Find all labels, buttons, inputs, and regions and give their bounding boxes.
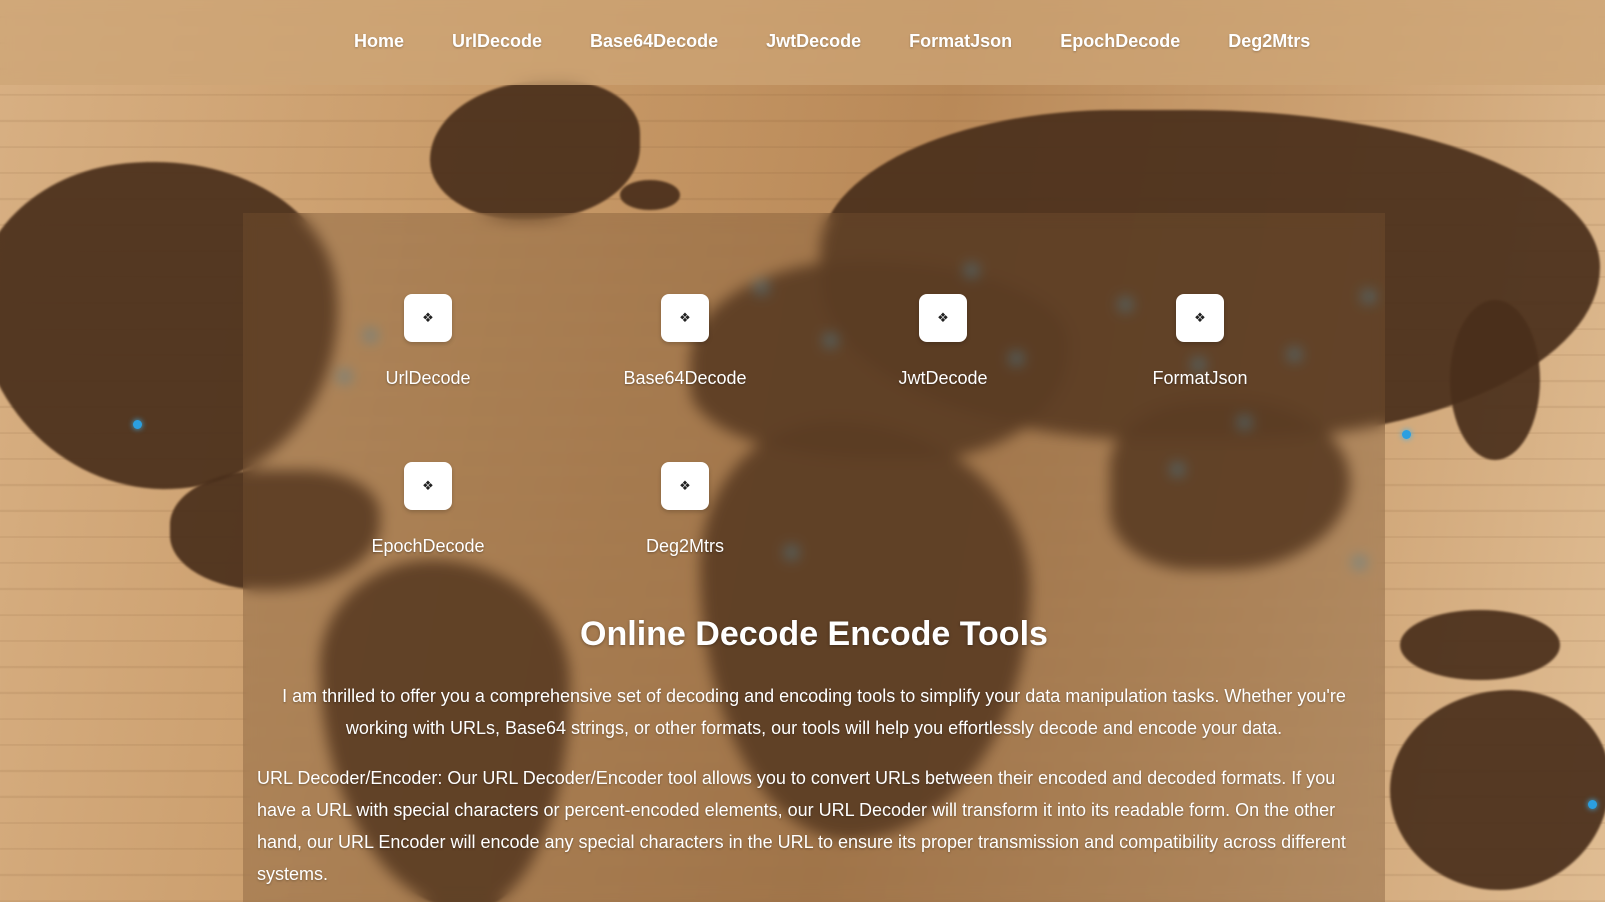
tool-deg2mtrs[interactable]: ❖ Deg2Mtrs: [575, 462, 795, 557]
tools-grid: ❖ UrlDecode ❖ Base64Decode ❖ JwtDecode ❖…: [243, 213, 1385, 573]
tool-base64decode[interactable]: ❖ Base64Decode: [575, 294, 795, 389]
diamond-tile-icon[interactable]: ❖: [919, 294, 967, 342]
tool-label[interactable]: Deg2Mtrs: [575, 536, 795, 557]
tool-label[interactable]: FormatJson: [1090, 368, 1310, 389]
diamond-tile-icon[interactable]: ❖: [404, 462, 452, 510]
tool-label[interactable]: UrlDecode: [318, 368, 538, 389]
map-landmass: [1400, 610, 1560, 680]
diamond-tile-icon[interactable]: ❖: [661, 294, 709, 342]
nav-formatjson[interactable]: FormatJson: [909, 31, 1012, 52]
nav-urldecode[interactable]: UrlDecode: [452, 31, 542, 52]
nav-epochdecode[interactable]: EpochDecode: [1060, 31, 1180, 52]
map-pin: [133, 420, 142, 429]
map-landmass: [430, 80, 640, 220]
nav-home[interactable]: Home: [354, 31, 404, 52]
url-decoder-description: URL Decoder/Encoder: Our URL Decoder/Enc…: [257, 768, 1346, 884]
map-landmass: [1390, 690, 1605, 890]
main-nav: Home UrlDecode Base64Decode JwtDecode Fo…: [354, 26, 1310, 56]
map-pin: [1402, 430, 1411, 439]
intro-paragraph: I am thrilled to offer you a comprehensi…: [282, 686, 1346, 738]
nav-deg2mtrs[interactable]: Deg2Mtrs: [1228, 31, 1310, 52]
tool-epochdecode[interactable]: ❖ EpochDecode: [318, 462, 538, 557]
map-landmass: [620, 180, 680, 210]
nav-jwtdecode[interactable]: JwtDecode: [766, 31, 861, 52]
diamond-tile-icon[interactable]: ❖: [1176, 294, 1224, 342]
tool-formatjson[interactable]: ❖ FormatJson: [1090, 294, 1310, 389]
diamond-tile-icon[interactable]: ❖: [404, 294, 452, 342]
tool-label[interactable]: Base64Decode: [575, 368, 795, 389]
nav-base64decode[interactable]: Base64Decode: [590, 31, 718, 52]
main-panel: ❖ UrlDecode ❖ Base64Decode ❖ JwtDecode ❖…: [243, 213, 1385, 902]
tool-jwtdecode[interactable]: ❖ JwtDecode: [833, 294, 1053, 389]
diamond-tile-icon[interactable]: ❖: [661, 462, 709, 510]
tool-label[interactable]: EpochDecode: [318, 536, 538, 557]
page-title: Online Decode Encode Tools: [580, 615, 1048, 653]
content-section: Online Decode Encode Tools I am thrilled…: [257, 615, 1371, 890]
map-landmass: [1450, 300, 1540, 460]
tool-urldecode[interactable]: ❖ UrlDecode: [318, 294, 538, 389]
top-header: Home UrlDecode Base64Decode JwtDecode Fo…: [0, 0, 1605, 85]
map-pin: [1588, 800, 1597, 809]
tool-label[interactable]: JwtDecode: [833, 368, 1053, 389]
